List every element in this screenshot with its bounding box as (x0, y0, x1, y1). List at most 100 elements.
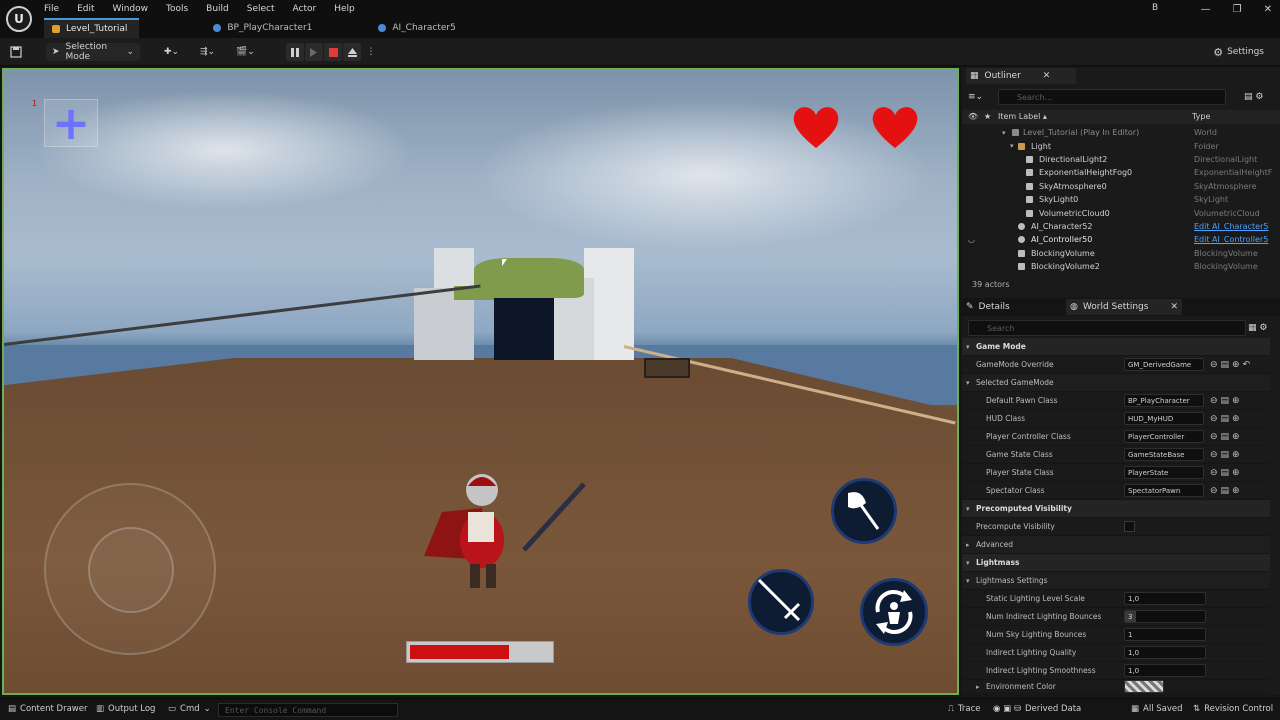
tree-row[interactable]: ▾ Level_Tutorial (Play In Editor) World (962, 126, 1272, 139)
tree-row[interactable]: AI_Character52 Edit AI_Character5 (962, 220, 1272, 233)
sword-attack-button[interactable] (748, 569, 814, 635)
more-options-icon[interactable]: ⋮ (362, 43, 380, 61)
menu-select[interactable]: Select (247, 4, 275, 14)
indirect-smoothness-field[interactable]: 1,0 (1124, 664, 1206, 677)
asset-picker-icons[interactable]: ⊖▤⊕↶ (1210, 360, 1253, 370)
eye-icon[interactable]: 👁 (968, 112, 978, 121)
section-game-mode[interactable]: ▾ Game Mode (962, 338, 1270, 356)
default-pawn-dropdown[interactable]: BP_PlayCharacter (1124, 394, 1204, 407)
tab-bp-playcharacter[interactable]: BP_PlayCharacter1 (205, 18, 324, 38)
expand-icon[interactable]: ▾ (1010, 142, 1014, 150)
subsection-selected-gamemode[interactable]: ▾ Selected GameMode (962, 374, 1270, 392)
minimize-icon[interactable]: — (1201, 4, 1211, 15)
pause-icon[interactable] (286, 43, 304, 61)
trace-button[interactable]: ⎍ Trace (948, 704, 981, 714)
asset-picker-icons[interactable]: ⊖▤⊕ (1210, 396, 1243, 406)
filter-icon[interactable]: ≡⌄ (968, 89, 983, 105)
asset-picker-icons[interactable]: ⊖▤⊕ (1210, 414, 1243, 424)
section-lightmass[interactable]: ▾ Lightmass (962, 554, 1270, 572)
tree-row[interactable]: BlockingVolume2 BlockingVolume (962, 260, 1272, 273)
static-lighting-scale-field[interactable]: 1,0 (1124, 592, 1206, 605)
tree-row[interactable]: ◡ AI_Controller50 Edit AI_Controller5 (962, 233, 1272, 246)
tree-row[interactable]: BlockingVolume BlockingVolume (962, 247, 1272, 260)
tree-row[interactable]: DirectionalLight2 DirectionalLight (962, 153, 1272, 166)
star-icon[interactable]: ★ (984, 112, 991, 121)
blueprint-menu-icon[interactable]: ⇶⌄ (200, 43, 215, 61)
outliner-search-input[interactable]: Search... (998, 89, 1226, 105)
axe-attack-button[interactable] (831, 478, 897, 544)
tree-row[interactable]: ▾ Light Folder (962, 139, 1272, 152)
selection-mode-dropdown[interactable]: ➤ Selection Mode ⌄ (46, 42, 140, 62)
tree-row[interactable]: SkyAtmosphere0 SkyAtmosphere (962, 180, 1272, 193)
stop-icon[interactable] (324, 43, 342, 61)
joystick-thumb[interactable] (88, 527, 174, 613)
save-icon[interactable] (10, 43, 22, 61)
section-precomputed-visibility[interactable]: ▾ Precomputed Visibility (962, 500, 1270, 518)
user-badge[interactable]: B (1152, 3, 1158, 13)
player-controller-dropdown[interactable]: PlayerController (1124, 430, 1204, 443)
tree-row[interactable]: ExponentialHeightFog0 ExponentialHeightF (962, 166, 1272, 179)
prop-row: Default Pawn Class BP_PlayCharacter ⊖▤⊕ (962, 392, 1270, 410)
tab-world-settings[interactable]: ◍ World Settings ✕ (1066, 299, 1182, 315)
unreal-logo-icon[interactable]: U (6, 6, 32, 32)
maximize-icon[interactable]: ❐ (1233, 4, 1242, 15)
menu-tools[interactable]: Tools (166, 4, 188, 14)
sky-bounces-field[interactable]: 1 (1124, 628, 1206, 641)
output-log-button[interactable]: ▥ Output Log (96, 704, 155, 714)
col-item-label[interactable]: Item Label ▴ (998, 112, 1047, 121)
content-drawer-button[interactable]: ▤ Content Drawer (8, 704, 87, 714)
cmd-dropdown[interactable]: ▭ Cmd ⌄ (168, 704, 211, 714)
tab-ai-character[interactable]: AI_Character5 (370, 18, 467, 38)
view-options-icon[interactable]: ▦ ⚙ (1248, 320, 1267, 336)
console-input[interactable]: Enter Console Command (218, 703, 398, 717)
menu-window[interactable]: Window (113, 4, 149, 14)
asset-picker-icons[interactable]: ⊖▤⊕ (1210, 450, 1243, 460)
eject-icon[interactable] (343, 43, 361, 61)
edit-ai-character-link[interactable]: Edit AI_Character5 (1194, 222, 1268, 231)
tree-row[interactable]: VolumetricCloud0 VolumetricCloud (962, 206, 1272, 219)
subsection-lightmass-settings[interactable]: ▾ Lightmass Settings (962, 572, 1270, 590)
folder-add-icon[interactable]: ▤ ⚙ (1244, 89, 1263, 105)
spectator-class-dropdown[interactable]: SpectatorPawn (1124, 484, 1204, 497)
cinematics-icon[interactable]: 🎬⌄ (236, 43, 255, 61)
all-saved-button[interactable]: ▦ All Saved (1131, 704, 1183, 714)
menu-actor[interactable]: Actor (293, 4, 317, 14)
visibility-icon[interactable]: ◡ (968, 235, 975, 244)
edit-ai-controller-link[interactable]: Edit AI_Controller5 (1194, 235, 1268, 244)
dodge-roll-button[interactable] (860, 578, 928, 646)
asset-picker-icons[interactable]: ⊖▤⊕ (1210, 486, 1243, 496)
asset-picker-icons[interactable]: ⊖▤⊕ (1210, 468, 1243, 478)
menu-file[interactable]: File (44, 4, 59, 14)
add-button[interactable]: + (44, 99, 98, 147)
menu-edit[interactable]: Edit (77, 4, 94, 14)
tree-row[interactable]: SkyLight0 SkyLight (962, 193, 1272, 206)
indirect-bounces-slider[interactable]: 3 (1124, 610, 1206, 623)
gamemode-override-dropdown[interactable]: GM_DerivedGame (1124, 358, 1204, 371)
menu-help[interactable]: Help (334, 4, 355, 14)
close-icon[interactable]: ✕ (1264, 4, 1272, 15)
col-type[interactable]: Type (1192, 112, 1210, 121)
hud-class-dropdown[interactable]: HUD_MyHUD (1124, 412, 1204, 425)
subsection-advanced[interactable]: ▸ Advanced (962, 536, 1270, 554)
close-icon[interactable]: ✕ (1170, 302, 1178, 312)
player-state-dropdown[interactable]: PlayerState (1124, 466, 1204, 479)
indirect-quality-field[interactable]: 1,0 (1124, 646, 1206, 659)
tab-details[interactable]: ✎ Details (966, 299, 1010, 315)
game-state-dropdown[interactable]: GameStateBase (1124, 448, 1204, 461)
tab-outliner[interactable]: ▦ Outliner ✕ (966, 68, 1076, 84)
settings-button[interactable]: ⚙ Settings (1213, 43, 1264, 61)
virtual-joystick[interactable] (44, 483, 216, 655)
expand-icon[interactable]: ▾ (1002, 129, 1006, 137)
revision-control-button[interactable]: ⇅ Revision Control (1193, 704, 1273, 714)
add-actor-icon[interactable]: ✚⌄ (164, 43, 179, 61)
asset-picker-icons[interactable]: ⊖▤⊕ (1210, 432, 1243, 442)
details-search-input[interactable]: Search (968, 320, 1246, 336)
tab-level-tutorial[interactable]: Level_Tutorial (44, 18, 140, 38)
environment-color-swatch[interactable] (1124, 680, 1164, 693)
game-viewport[interactable]: 1 + (2, 68, 959, 695)
precompute-visibility-checkbox[interactable] (1124, 521, 1135, 532)
menu-build[interactable]: Build (206, 4, 229, 14)
frame-skip-icon[interactable] (305, 43, 323, 61)
derived-data-button[interactable]: ◉ ▣ ⛁ Derived Data (993, 704, 1081, 714)
close-icon[interactable]: ✕ (1043, 71, 1051, 81)
